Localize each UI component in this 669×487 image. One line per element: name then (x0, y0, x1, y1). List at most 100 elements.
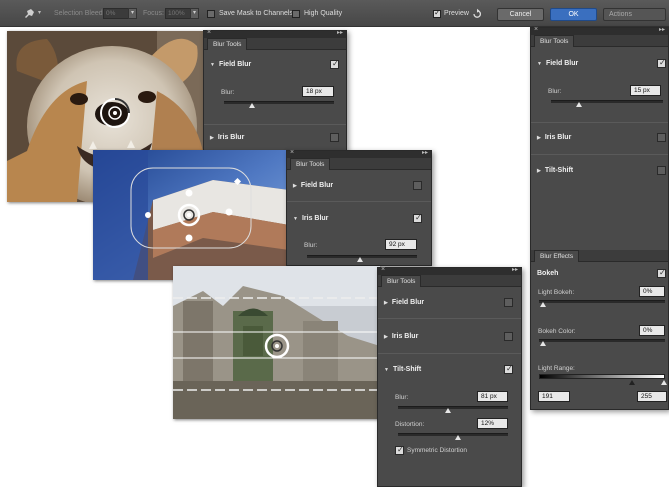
building-photo (93, 150, 289, 280)
tilt-blur-slider[interactable] (398, 406, 508, 409)
light-range-high-field[interactable]: 255 (637, 391, 667, 402)
bokeh-header: Bokeh (537, 270, 559, 277)
panel-close-icon[interactable]: × (381, 266, 385, 273)
ok-button[interactable]: OK (550, 8, 597, 21)
iris-blur-checkbox[interactable] (413, 213, 422, 223)
light-bokeh-field[interactable]: 0% (639, 286, 665, 297)
tilt-shift-checkbox[interactable] (504, 364, 513, 374)
expand-triangle-icon: ▼ (537, 61, 542, 67)
light-range-gradient (539, 374, 665, 379)
iris-blur-header[interactable]: ▼ Iris Blur (293, 215, 328, 222)
field-blur-header[interactable]: ▶ Field Blur (384, 299, 424, 306)
actions-dropdown[interactable]: Actions (603, 8, 666, 21)
options-bar: ▾ Selection Bleed: 0% ▾ Focus: 100% ▾ Sa… (0, 0, 669, 27)
symmetric-distortion-label: Symmetric Distortion (407, 447, 467, 454)
field-blur-checkbox[interactable] (504, 298, 513, 307)
pin-tool-icon[interactable] (22, 7, 36, 20)
iris-blur-amount-field[interactable]: 92 px (385, 239, 417, 250)
distortion-slider-thumb[interactable] (455, 435, 461, 440)
panel-close-icon[interactable]: × (290, 149, 294, 156)
distortion-label: Distortion: (395, 421, 425, 428)
field-blur-slider[interactable] (551, 100, 663, 103)
panel-collapse-icon[interactable]: ▸▸ (337, 29, 343, 36)
save-mask-checkbox[interactable] (207, 10, 215, 18)
field-blur-amount-field[interactable]: 15 px (630, 85, 661, 96)
reset-icon[interactable] (471, 8, 483, 20)
field-blur-slider-thumb[interactable] (249, 103, 255, 108)
iris-blur-label: Iris Blur (217, 134, 245, 141)
field-blur-checkbox[interactable] (657, 58, 666, 68)
blur-tools-panel-field: × ▸▸ Blur Tools ▼Field Blur Blur: 18 px ▶… (203, 29, 347, 156)
tab-blur-tools[interactable]: Blur Tools (207, 38, 248, 50)
focus-dropdown[interactable]: ▾ (190, 8, 199, 19)
field-blur-header[interactable]: ▶ Field Blur (293, 182, 333, 189)
tab-blur-tools[interactable]: Blur Tools (381, 275, 422, 287)
tool-preset-chevron-icon[interactable]: ▾ (38, 9, 41, 16)
preview-checkbox[interactable] (433, 8, 441, 18)
field-blur-label: Field Blur (391, 299, 425, 306)
panel-close-icon[interactable]: × (207, 29, 211, 36)
panel-collapse-icon[interactable]: ▸▸ (512, 266, 518, 273)
iris-blur-checkbox[interactable] (657, 133, 666, 142)
light-range-low-field[interactable]: 191 (538, 391, 570, 402)
blur-tools-panel-iris: × ▸▸ Blur Tools ▶Field Blur ▼Iris Blur Bl… (286, 149, 432, 266)
iris-blur-header[interactable]: ▶ Iris Blur (384, 333, 418, 340)
light-range-high-thumb[interactable] (661, 380, 667, 385)
iris-blur-checkbox[interactable] (504, 332, 513, 341)
field-blur-checkbox[interactable] (330, 59, 339, 69)
collapse-triangle-icon: ▶ (537, 135, 541, 141)
iris-blur-checkbox[interactable] (330, 133, 339, 142)
iris-blur-label: Iris Blur (544, 134, 572, 141)
bokeh-checkbox[interactable] (657, 268, 666, 278)
iris-blur-label: Iris Blur (301, 215, 329, 222)
iris-blur-slider-thumb[interactable] (357, 257, 363, 262)
field-blur-amount-label: Blur: (221, 89, 235, 96)
focus-field[interactable]: 100% (165, 8, 191, 19)
bokeh-color-slider[interactable] (539, 339, 665, 342)
expand-triangle-icon: ▼ (210, 62, 215, 68)
cancel-button[interactable]: Cancel (497, 8, 544, 21)
panel-collapse-icon[interactable]: ▸▸ (659, 26, 665, 33)
distortion-slider[interactable] (398, 433, 508, 436)
field-blur-label: Field Blur (300, 182, 334, 189)
cathedral-photo (173, 266, 380, 419)
tab-blur-tools[interactable]: Blur Tools (290, 158, 331, 170)
tilt-shift-checkbox[interactable] (657, 166, 666, 175)
bokeh-color-field[interactable]: 0% (639, 325, 665, 336)
tilt-shift-label: Tilt-Shift (544, 167, 574, 174)
light-range-label: Light Range: (538, 365, 575, 372)
blur-tools-panel-right: × ▸▸ Blur Tools ▼Field Blur Blur: 15 px ▶… (530, 26, 669, 410)
preview-label: Preview (444, 10, 469, 17)
collapse-triangle-icon: ▶ (384, 334, 388, 340)
selection-bleed-dropdown[interactable]: ▾ (128, 8, 137, 19)
field-blur-slider[interactable] (224, 101, 334, 104)
field-blur-checkbox[interactable] (413, 181, 422, 190)
panel-close-icon[interactable]: × (534, 26, 538, 33)
iris-blur-header[interactable]: ▶ Iris Blur (537, 134, 571, 141)
field-blur-header[interactable]: ▼ Field Blur (210, 61, 251, 68)
iris-blur-header[interactable]: ▶ Iris Blur (210, 134, 244, 141)
tilt-shift-header[interactable]: ▼ Tilt-Shift (384, 366, 421, 373)
tab-blur-effects[interactable]: Blur Effects (534, 250, 580, 262)
tilt-blur-slider-thumb[interactable] (445, 408, 451, 413)
field-blur-header[interactable]: ▼ Field Blur (537, 60, 578, 67)
light-bokeh-slider-thumb[interactable] (540, 302, 546, 307)
tab-blur-tools[interactable]: Blur Tools (534, 35, 575, 47)
expand-triangle-icon: ▼ (293, 216, 298, 222)
high-quality-checkbox[interactable] (292, 10, 300, 18)
panel-collapse-icon[interactable]: ▸▸ (422, 149, 428, 156)
field-blur-amount-field[interactable]: 18 px (302, 86, 334, 97)
bokeh-color-slider-thumb[interactable] (540, 341, 546, 346)
light-range-low-thumb[interactable] (629, 380, 635, 385)
symmetric-distortion-checkbox[interactable] (395, 445, 404, 455)
field-blur-slider-thumb[interactable] (576, 102, 582, 107)
expand-triangle-icon: ▼ (384, 367, 389, 373)
save-mask-label: Save Mask to Channels (219, 10, 293, 17)
bokeh-color-label: Bokeh Color: (538, 328, 576, 335)
tilt-blur-amount-field[interactable]: 81 px (477, 391, 508, 402)
distortion-field[interactable]: 12% (477, 418, 508, 429)
tilt-shift-header[interactable]: ▶ Tilt-Shift (537, 167, 573, 174)
light-bokeh-slider[interactable] (539, 300, 665, 303)
selection-bleed-field[interactable]: 0% (103, 8, 129, 19)
collapse-triangle-icon: ▶ (537, 168, 541, 174)
